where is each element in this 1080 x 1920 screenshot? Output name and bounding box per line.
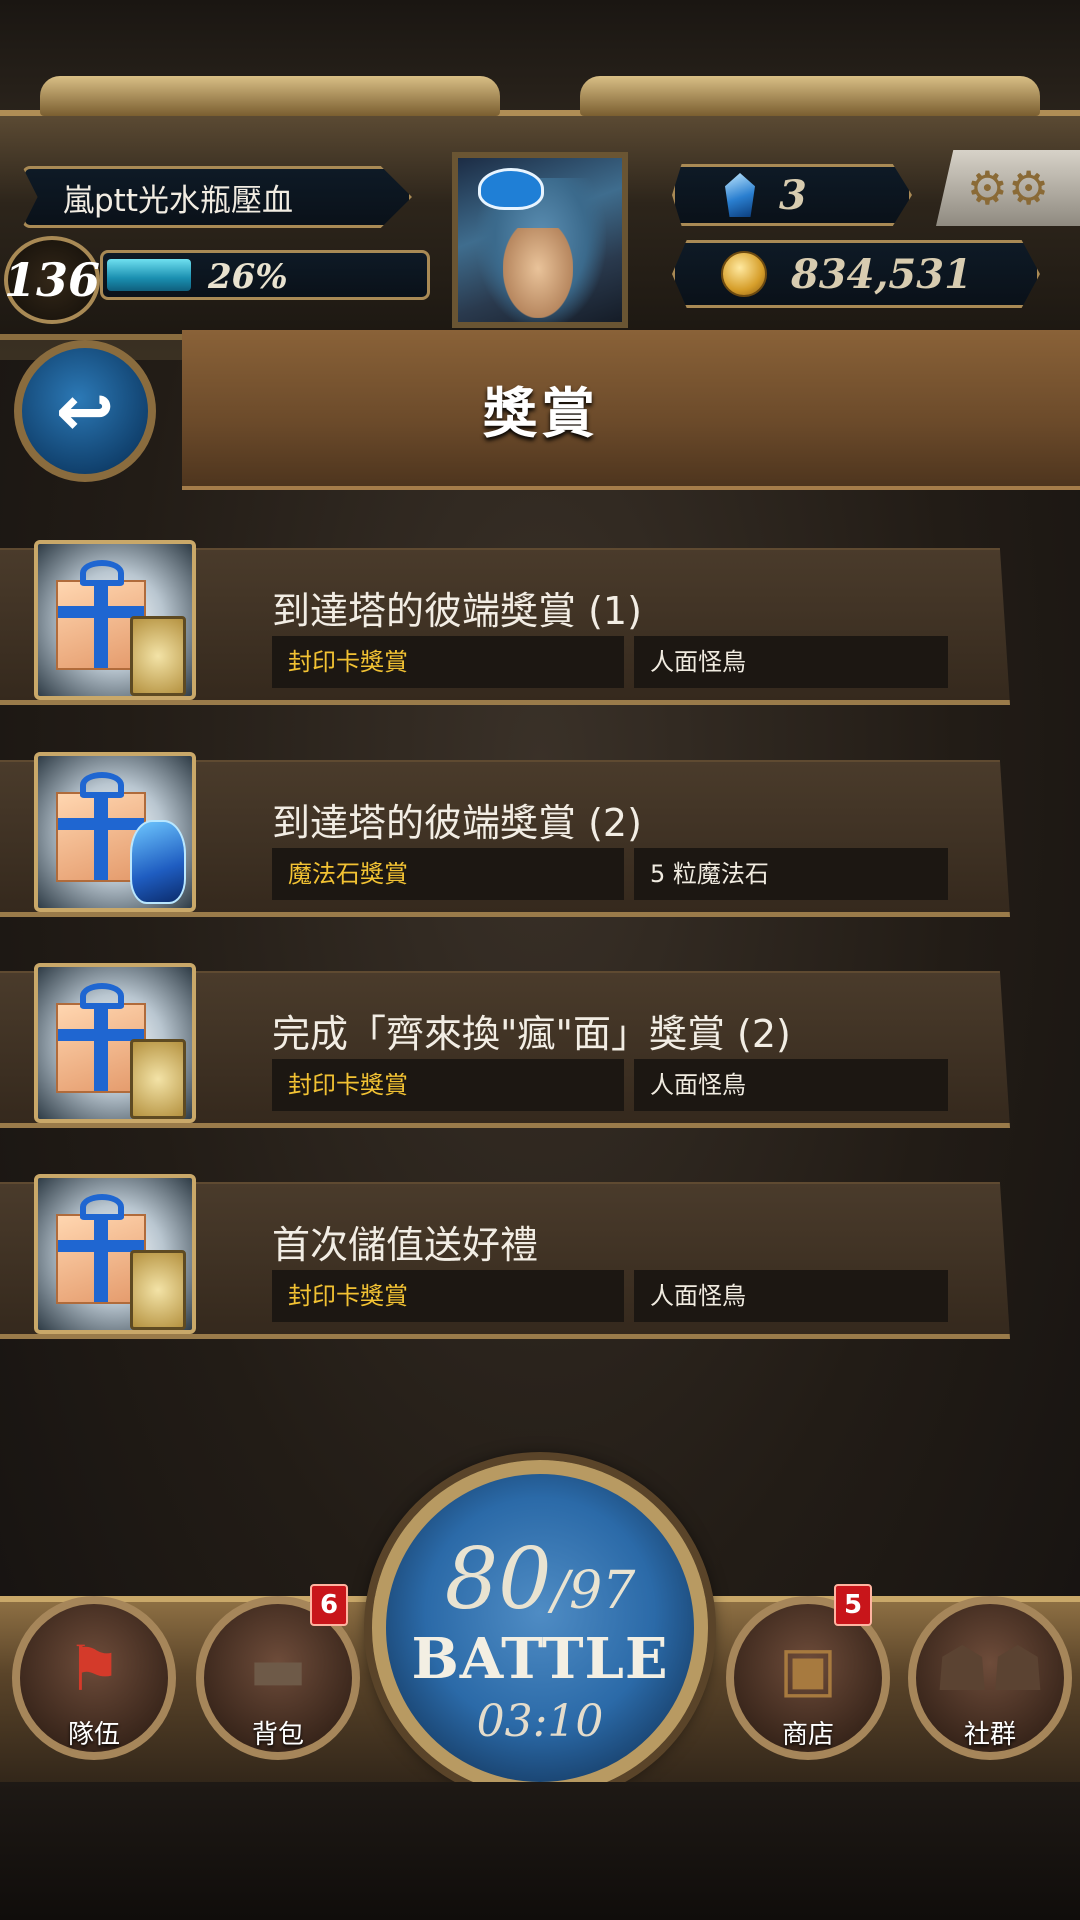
stamina-current: 80	[444, 1530, 552, 1628]
nav-social-label: 社群	[963, 1720, 1016, 1750]
header-ornament-right	[580, 76, 1040, 116]
reward-type: 封印卡獎賞	[272, 636, 624, 688]
chest-icon: ▣	[778, 1632, 838, 1705]
bag-badge: 6	[310, 1584, 348, 1626]
reward-item: 5 粒魔法石	[634, 848, 948, 900]
reward-icon	[34, 1174, 196, 1334]
seal-card-icon	[130, 1039, 186, 1119]
seal-card-icon	[130, 1250, 186, 1330]
reward-title: 到達塔的彼端獎賞 (2)	[272, 801, 642, 845]
level-badge: 136	[4, 236, 100, 324]
bottom-floor	[0, 1782, 1080, 1920]
reward-title: 首次儲值送好禮	[272, 1223, 539, 1267]
reward-icon	[34, 752, 196, 912]
battle-label: BATTLE	[411, 1626, 669, 1692]
bag-icon: ▬	[248, 1632, 308, 1705]
coin-count: 834,531	[791, 250, 972, 298]
exp-percent: 26%	[208, 257, 288, 297]
nav-team-button[interactable]: ⚑ 隊伍	[12, 1596, 176, 1760]
player-name-plate[interactable]: 嵐ptt光水瓶壓血	[22, 166, 412, 228]
reward-icon	[34, 540, 196, 700]
reward-type: 封印卡獎賞	[272, 1059, 624, 1111]
back-arrow-icon: ↩	[55, 370, 115, 452]
coin-counter: 834,531	[672, 240, 1040, 308]
magic-stone-icon	[725, 173, 755, 217]
gem-count: 3	[779, 171, 807, 219]
reward-icon	[34, 963, 196, 1123]
reward-item: 人面怪鳥	[634, 636, 948, 688]
shop-badge: 5	[834, 1584, 872, 1626]
reward-title: 完成「齊來換"瘋"面」獎賞 (2)	[272, 1012, 791, 1056]
page-title: 獎賞	[483, 381, 599, 445]
player-name: 嵐ptt光水瓶壓血	[63, 182, 293, 219]
nav-social-button[interactable]: ☗☗ 社群	[908, 1596, 1072, 1760]
exp-fill	[107, 259, 192, 291]
nav-bag-label: 背包	[251, 1720, 304, 1750]
reward-row[interactable]: 首次儲值送好禮 封印卡獎賞 人面怪鳥	[0, 1174, 1010, 1344]
gear-icon: ⚙⚙	[966, 161, 1050, 215]
stamina: 80/97	[386, 1530, 694, 1628]
reward-title: 到達塔的彼端獎賞 (1)	[272, 589, 642, 633]
header-ornament-left	[40, 76, 500, 116]
nav-shop-label: 商店	[781, 1720, 834, 1750]
reward-item: 人面怪鳥	[634, 1059, 948, 1111]
title-bar: 獎賞	[182, 330, 1080, 490]
exp-bar: 26%	[100, 250, 430, 300]
coin-icon	[721, 251, 767, 297]
back-button[interactable]: ↩	[14, 340, 156, 482]
stamina-timer: 03:10	[476, 1696, 604, 1747]
avatar-face	[503, 228, 573, 318]
reward-row[interactable]: 到達塔的彼端獎賞 (1) 封印卡獎賞 人面怪鳥	[0, 540, 1010, 710]
people-icon: ☗☗	[934, 1632, 1046, 1705]
battle-button[interactable]: 80/97 BATTLE 03:10	[372, 1460, 708, 1796]
magic-stone-icon	[130, 820, 186, 904]
reward-type: 魔法石獎賞	[272, 848, 624, 900]
settings-button[interactable]: ⚙⚙	[936, 150, 1080, 226]
nav-team-label: 隊伍	[67, 1720, 120, 1750]
gem-counter[interactable]: 3	[672, 164, 912, 226]
player-avatar[interactable]	[452, 152, 628, 328]
reward-row[interactable]: 完成「齊來換"瘋"面」獎賞 (2) 封印卡獎賞 人面怪鳥	[0, 963, 1010, 1133]
stamina-max: /97	[551, 1561, 636, 1621]
seal-card-icon	[130, 616, 186, 696]
flag-icon: ⚑	[66, 1632, 122, 1705]
reward-row[interactable]: 到達塔的彼端獎賞 (2) 魔法石獎賞 5 粒魔法石	[0, 752, 1010, 922]
reward-type: 封印卡獎賞	[272, 1270, 624, 1322]
avatar-bow	[478, 168, 544, 210]
reward-item: 人面怪鳥	[634, 1270, 948, 1322]
